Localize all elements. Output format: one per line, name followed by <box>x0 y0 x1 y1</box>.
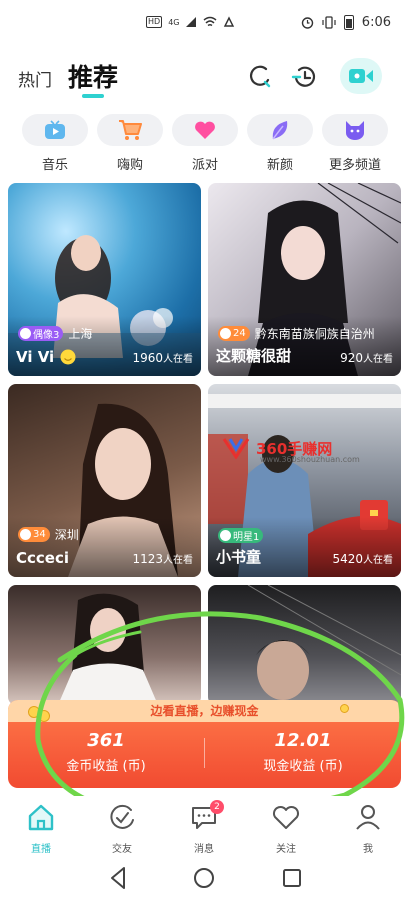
channel-shopping[interactable]: 嗨购 <box>97 114 163 173</box>
heart-icon <box>195 121 215 139</box>
tab-messages[interactable]: 2 消息 <box>174 800 234 855</box>
live-room-card[interactable]: 24 黔东南苗族侗族自治州 这颗糖很甜 920人在看 <box>208 183 401 376</box>
tab-live[interactable]: 直播 <box>11 802 71 855</box>
location: 深圳 <box>54 528 79 542</box>
earnings-banner[interactable]: 边看直播，边赚现金 361 金币收益 (币) 12.01 现金收益 (币) <box>8 700 401 788</box>
status-bar: HD 4G 6:06 <box>0 0 409 44</box>
system-navigation <box>111 867 301 889</box>
coin-earnings-value: 361 <box>87 730 125 751</box>
cat-icon <box>346 121 364 140</box>
channel-new-faces[interactable]: 新颜 <box>247 114 313 173</box>
cash-earnings-value: 12.01 <box>274 730 332 751</box>
channel-music[interactable]: 音乐 <box>22 114 88 173</box>
bottom-tab-bar: 直播 交友 2 消息 关注 我 <box>0 796 409 855</box>
cash-earnings-label: 现金收益 (币) <box>263 759 343 774</box>
heart-outline-icon <box>272 805 300 829</box>
coin-earnings-label: 金币收益 (币) <box>66 759 146 774</box>
streamer-name: 这颗糖很甜 <box>216 347 292 365</box>
go-live-video-icon <box>349 69 373 83</box>
profile-icon <box>356 805 380 830</box>
level-badge: 34 <box>18 527 50 542</box>
clock: 6:06 <box>361 14 391 30</box>
tab-following[interactable]: 关注 <box>256 802 316 855</box>
coin-icon <box>340 704 349 713</box>
coin-earnings[interactable]: 361 金币收益 (币) <box>8 730 204 774</box>
streamer-name: Ccceci <box>16 549 69 567</box>
location: 上海 <box>68 327 93 341</box>
home-icon <box>28 804 54 831</box>
search-icon[interactable] <box>246 62 276 92</box>
watermark: 360手赚网 www.360shouzhuan.com <box>222 437 360 464</box>
location: 黔东南苗族侗族自治州 <box>254 327 375 341</box>
home-button[interactable] <box>194 868 214 888</box>
notification-icon <box>224 16 235 27</box>
channel-row: 音乐 嗨购 派对 新颜 更多频道 <box>0 114 409 174</box>
live-room-card[interactable] <box>8 585 201 705</box>
wifi-icon <box>204 16 217 27</box>
sim-signal-icon <box>186 17 197 27</box>
history-icon[interactable] <box>290 62 320 92</box>
network-badge: 4G <box>168 17 180 27</box>
leaf-icon <box>272 121 288 140</box>
level-badge: 24 <box>218 326 250 341</box>
compass-icon <box>110 804 134 829</box>
tab-friends[interactable]: 交友 <box>92 802 152 855</box>
go-live-button[interactable] <box>340 58 382 94</box>
live-room-card[interactable]: 34 深圳 Ccceci 1123人在看 <box>8 384 201 577</box>
smile-emoji-icon <box>60 349 76 365</box>
level-badge: 明星1 <box>218 528 264 543</box>
channel-more[interactable]: 更多频道 <box>322 114 388 173</box>
viewer-count: 1123人在看 <box>132 552 193 566</box>
coin-icon <box>38 710 50 722</box>
hd-badge: HD <box>146 16 163 28</box>
active-tab-indicator <box>82 94 104 98</box>
tab-hot[interactable]: 热门 <box>18 66 52 91</box>
cash-earnings[interactable]: 12.01 现金收益 (币) <box>205 730 401 774</box>
live-room-card[interactable]: 明星1 小书童 5420人在看 <box>208 384 401 577</box>
live-room-card[interactable] <box>208 585 401 705</box>
top-nav: 热门 推荐 <box>0 52 409 104</box>
recents-button[interactable] <box>283 869 301 887</box>
live-room-card[interactable]: 偶像3 上海 Vi Vi 1960人在看 <box>8 183 201 376</box>
channel-party[interactable]: 派对 <box>172 114 238 173</box>
tv-icon <box>45 120 65 139</box>
unread-badge: 2 <box>210 800 224 814</box>
streamer-name: Vi Vi <box>16 348 55 366</box>
viewer-count: 1960人在看 <box>132 351 193 365</box>
back-button[interactable] <box>111 867 125 889</box>
streamer-photo <box>247 585 401 700</box>
streamer-name: 小书童 <box>216 548 262 566</box>
level-badge: 偶像3 <box>18 326 64 341</box>
viewer-count: 5420人在看 <box>332 552 393 566</box>
shopping-cart-icon <box>119 120 142 140</box>
battery-icon <box>343 14 354 30</box>
vibrate-icon <box>322 15 336 29</box>
streamer-photo <box>58 593 158 705</box>
watermark-logo-icon <box>222 438 250 459</box>
tab-me[interactable]: 我 <box>338 802 398 855</box>
viewer-count: 920人在看 <box>340 351 393 365</box>
alarm-icon <box>301 16 313 29</box>
tab-recommended[interactable]: 推荐 <box>68 58 118 94</box>
